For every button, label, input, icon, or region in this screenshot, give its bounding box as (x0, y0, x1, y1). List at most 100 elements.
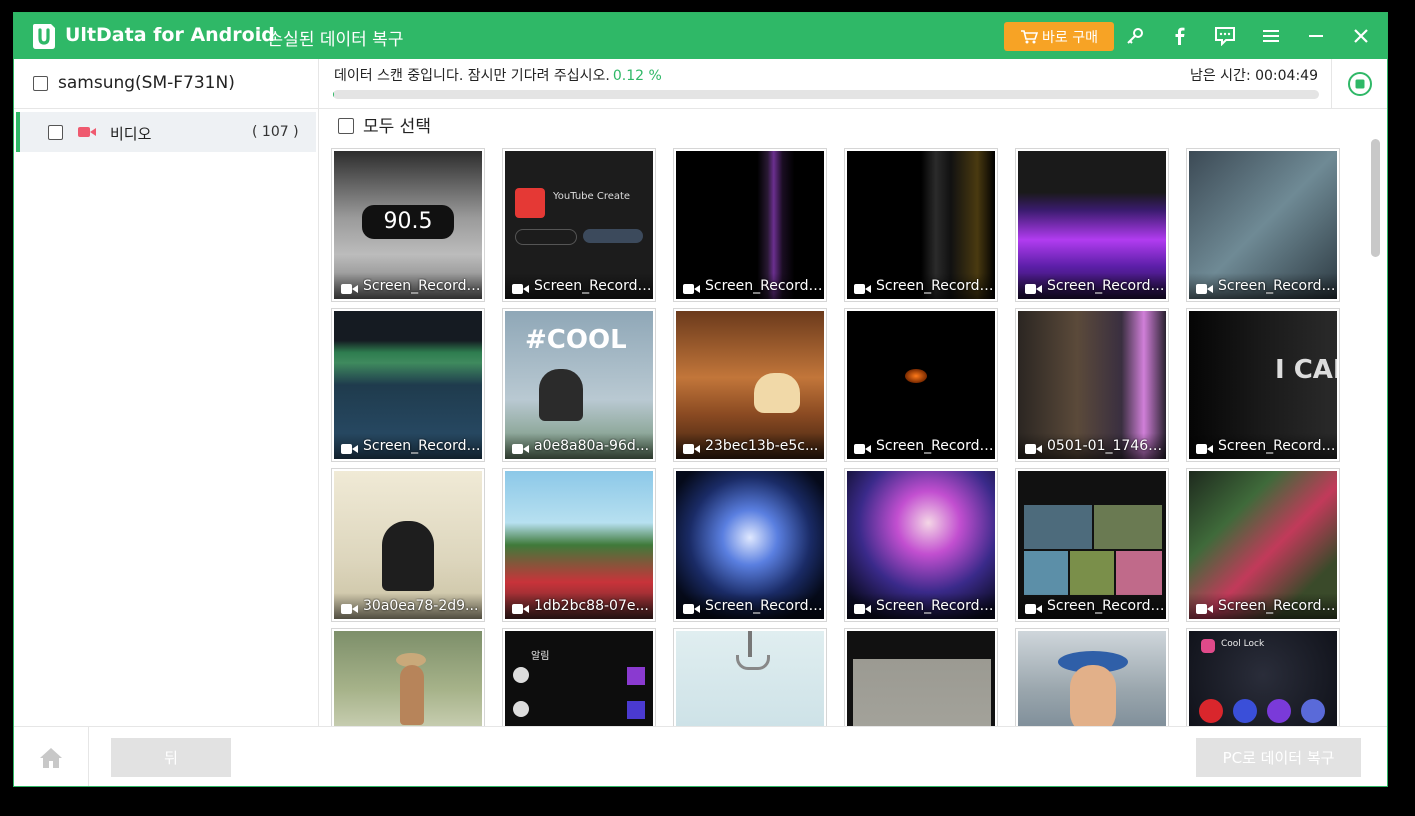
facebook-icon[interactable] (1168, 24, 1192, 48)
video-icon (341, 440, 359, 454)
time-remaining: 남은 시간: 00:04:49 (1190, 65, 1318, 85)
video-filename: Screen_Recordi... (1218, 278, 1337, 294)
video-tile[interactable]: 90.5 Screen_Recordi... (331, 148, 485, 302)
video-thumbnail: 30a0ea78-2d9... (334, 471, 482, 619)
video-thumbnail: #COOL a0e8a80a-96d... (505, 311, 653, 459)
feedback-icon[interactable] (1213, 24, 1237, 48)
video-tile[interactable]: Screen_Recordi... (844, 308, 998, 462)
grid-scrollbar[interactable] (1368, 139, 1380, 726)
time-remaining-value: 00:04:49 (1255, 68, 1318, 84)
select-all-label: 모두 선택 (363, 117, 431, 137)
cool-lock-logo (1201, 639, 1215, 653)
video-icon (1025, 440, 1043, 454)
video-filename: Screen_Recordi... (876, 438, 995, 454)
app-icon (1301, 699, 1325, 723)
thumb-square (627, 701, 645, 719)
thumb-figure (400, 665, 424, 725)
video-thumbnail (847, 631, 995, 726)
video-caption: Screen_Recordi... (676, 273, 824, 299)
select-all-checkbox[interactable] (338, 118, 354, 134)
video-tile[interactable]: 30a0ea78-2d9... (331, 468, 485, 622)
video-category-checkbox[interactable] (48, 125, 63, 140)
video-thumbnail: Screen_Recordi... (676, 151, 824, 299)
video-caption: Screen_Recordi... (1189, 433, 1337, 459)
home-icon (40, 747, 62, 768)
ican-title: I CAN (1275, 355, 1337, 385)
video-tile[interactable]: 1db2bc88-07e... (502, 468, 656, 622)
thumb-avatar (513, 701, 529, 717)
video-thumbnail: I CAN Screen_Recordi... (1189, 311, 1337, 459)
cool-title: #COOL (525, 325, 627, 355)
sidebar-item-video[interactable]: 비디오 ( 107 ) (16, 112, 316, 152)
video-thumbnail: Screen_Recordi... (1018, 151, 1166, 299)
video-tile[interactable]: Screen_Recordi... (1015, 468, 1169, 622)
video-tile[interactable]: Cool Lock (1186, 628, 1340, 726)
stop-area (1331, 59, 1387, 109)
video-camera-icon (78, 127, 96, 137)
video-caption: Screen_Recordi... (334, 433, 482, 459)
video-tile[interactable] (331, 628, 485, 726)
device-checkbox[interactable] (33, 76, 48, 91)
back-button[interactable]: 뒤 (111, 738, 231, 777)
video-icon (854, 280, 872, 294)
video-tile[interactable]: Screen_Recordi... (673, 468, 827, 622)
thumb-glow (905, 369, 927, 383)
video-filename: Screen_Recordi... (1047, 598, 1166, 614)
video-tile[interactable]: Screen_Recordi... (673, 148, 827, 302)
video-tile[interactable] (844, 628, 998, 726)
video-tile[interactable] (673, 628, 827, 726)
scan-status-text: 데이터 스캔 중입니다. 잠시만 기다려 주십시오. (334, 68, 610, 84)
home-button[interactable] (14, 727, 89, 786)
thumb-face (1070, 665, 1116, 726)
video-icon (512, 280, 530, 294)
recover-to-pc-button[interactable]: PC로 데이터 복구 (1196, 738, 1361, 777)
thumb-claw (736, 655, 770, 670)
video-filename: Screen_Recordi... (876, 278, 995, 294)
scrollbar-thumb[interactable] (1371, 139, 1380, 257)
video-tile[interactable]: Screen_Recordi... (844, 148, 998, 302)
video-tile[interactable]: Screen_Recordi... (331, 308, 485, 462)
video-tile[interactable]: Screen_Recordi... (1186, 468, 1340, 622)
key-icon[interactable] (1123, 24, 1147, 48)
youtube-create-title: YouTube Create (553, 191, 631, 202)
video-tile[interactable]: YouTube Create Screen_Recordi... (502, 148, 656, 302)
video-tile[interactable]: 23bec13b-e5c... (673, 308, 827, 462)
video-thumbnail: Screen_Recordi... (1189, 471, 1337, 619)
stop-scan-icon[interactable] (1347, 71, 1373, 97)
gallery-photo (1070, 551, 1114, 595)
back-button-label: 뒤 (164, 749, 178, 767)
app-subtitle: - 손실된 데이터 복구 (256, 30, 404, 50)
video-caption: Screen_Recordi... (1018, 273, 1166, 299)
close-icon[interactable] (1349, 24, 1373, 48)
app-icon (1267, 699, 1291, 723)
video-thumbnail: Screen_Recordi... (1189, 151, 1337, 299)
video-thumbnail: Screen_Recordi... (1018, 471, 1166, 619)
video-caption: a0e8a80a-96d... (505, 433, 653, 459)
minimize-icon[interactable] (1304, 24, 1328, 48)
app-icon (1233, 699, 1257, 723)
video-filename: Screen_Recordi... (363, 278, 482, 294)
video-icon (1196, 280, 1214, 294)
buy-now-button[interactable]: 바로 구매 (1004, 22, 1114, 51)
video-tile[interactable]: Screen_Recordi... (1186, 148, 1340, 302)
video-caption: Screen_Recordi... (1189, 273, 1337, 299)
video-tile[interactable] (1015, 628, 1169, 726)
video-tile[interactable]: Screen_Recordi... (844, 468, 998, 622)
video-tile[interactable]: 0501-01_17460... (1015, 308, 1169, 462)
video-tile[interactable]: #COOL a0e8a80a-96d... (502, 308, 656, 462)
video-tile[interactable]: I CAN Screen_Recordi... (1186, 308, 1340, 462)
video-tile[interactable]: Screen_Recordi... (1015, 148, 1169, 302)
video-tile[interactable]: 알림 (502, 628, 656, 726)
video-caption: 30a0ea78-2d9... (334, 593, 482, 619)
video-caption: 1db2bc88-07e... (505, 593, 653, 619)
video-filename: Screen_Recordi... (705, 598, 824, 614)
video-icon (854, 440, 872, 454)
progress-fill (333, 90, 335, 99)
video-icon (683, 440, 701, 454)
video-icon (683, 600, 701, 614)
video-icon (512, 600, 530, 614)
progress-bar (333, 90, 1319, 99)
video-caption: Screen_Recordi... (847, 273, 995, 299)
thumb-figure (539, 369, 583, 421)
menu-icon[interactable] (1259, 24, 1283, 48)
